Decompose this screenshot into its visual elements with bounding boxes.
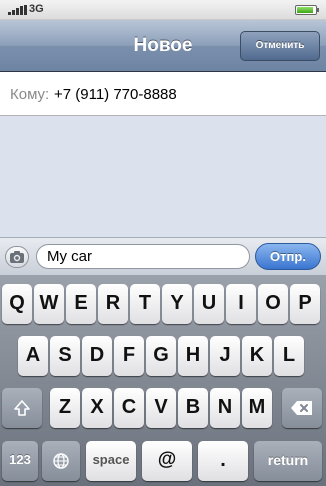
key-p[interactable]: P: [290, 284, 320, 324]
status-bar: 3G: [0, 0, 326, 20]
key-o[interactable]: O: [258, 284, 288, 324]
key-j[interactable]: J: [210, 336, 240, 376]
dot-key[interactable]: .: [198, 441, 248, 481]
key-x[interactable]: X: [82, 388, 112, 428]
key-y[interactable]: Y: [162, 284, 192, 324]
globe-icon: [53, 453, 69, 469]
message-input[interactable]: My car: [36, 244, 250, 269]
nav-bar: Новое Отменить: [0, 20, 326, 72]
recipient-label: Кому:: [10, 86, 50, 103]
key-t[interactable]: T: [130, 284, 160, 324]
key-w[interactable]: W: [34, 284, 64, 324]
keyboard: Q W E R T Y U I O P A S D F G H J K L Z …: [0, 275, 326, 486]
backspace-icon: [291, 401, 312, 415]
at-key[interactable]: @: [142, 441, 192, 481]
key-z[interactable]: Z: [50, 388, 80, 428]
key-k[interactable]: K: [242, 336, 272, 376]
space-key[interactable]: space: [86, 441, 136, 481]
cancel-button[interactable]: Отменить: [240, 31, 320, 61]
key-m[interactable]: M: [242, 388, 272, 428]
key-q[interactable]: Q: [2, 284, 32, 324]
camera-icon: [10, 251, 24, 263]
key-u[interactable]: U: [194, 284, 224, 324]
delete-key[interactable]: [282, 388, 322, 428]
return-key[interactable]: return: [254, 441, 322, 481]
key-n[interactable]: N: [210, 388, 240, 428]
key-e[interactable]: E: [66, 284, 96, 324]
key-i[interactable]: I: [226, 284, 256, 324]
message-thread: [0, 116, 326, 237]
key-h[interactable]: H: [178, 336, 208, 376]
globe-key[interactable]: [42, 441, 80, 481]
numbers-key[interactable]: 123: [2, 441, 38, 481]
battery-level: [297, 7, 314, 13]
key-d[interactable]: D: [82, 336, 112, 376]
compose-bar: My car Отпр.: [0, 237, 326, 275]
key-r[interactable]: R: [98, 284, 128, 324]
carrier-label: 3G: [29, 3, 44, 15]
recipient-row[interactable]: Кому: +7 (911) 770-8888: [0, 72, 326, 116]
key-a[interactable]: A: [18, 336, 48, 376]
key-v[interactable]: V: [146, 388, 176, 428]
battery-icon: [295, 5, 319, 15]
shift-key[interactable]: [2, 388, 42, 428]
signal-bars-icon: [8, 5, 27, 15]
camera-button[interactable]: [5, 246, 29, 268]
shift-icon: [14, 400, 30, 416]
key-g[interactable]: G: [146, 336, 176, 376]
recipient-value[interactable]: +7 (911) 770-8888: [54, 86, 177, 103]
key-s[interactable]: S: [50, 336, 80, 376]
key-l[interactable]: L: [274, 336, 304, 376]
key-b[interactable]: B: [178, 388, 208, 428]
key-f[interactable]: F: [114, 336, 144, 376]
key-c[interactable]: C: [114, 388, 144, 428]
send-button[interactable]: Отпр.: [255, 243, 321, 270]
